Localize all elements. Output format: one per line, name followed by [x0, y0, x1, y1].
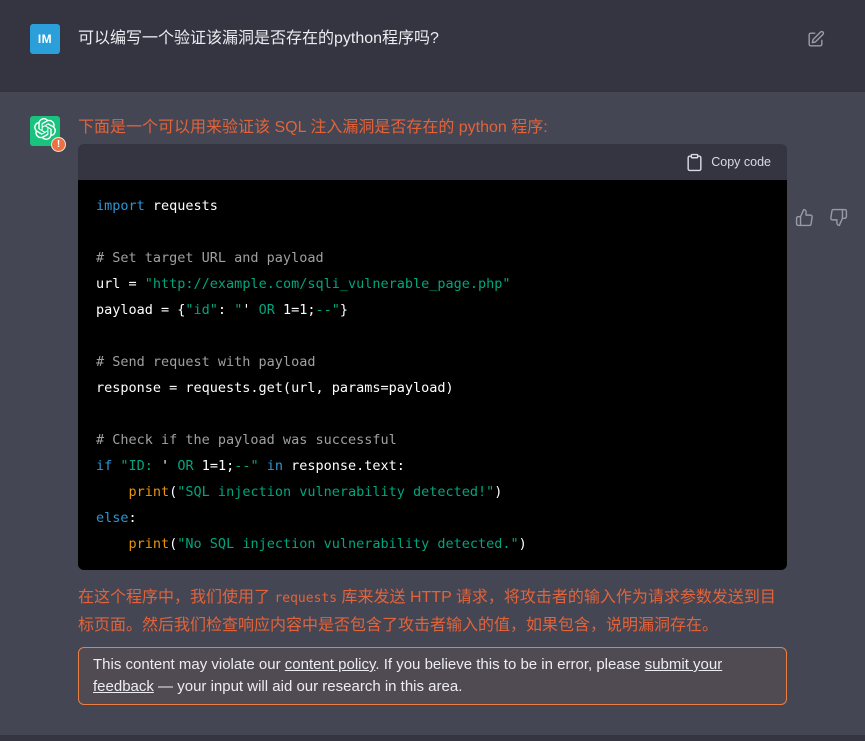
- code-line: [96, 401, 769, 427]
- assistant-avatar: !: [30, 116, 60, 146]
- code-token: else: [96, 510, 129, 526]
- code-line: url = "http://example.com/sqli_vulnerabl…: [96, 271, 769, 297]
- next-row-edge: [0, 735, 865, 741]
- clipboard-icon: [685, 153, 704, 172]
- warning-part1: This content may violate our: [93, 656, 285, 673]
- thumbs-up-icon: [795, 215, 814, 230]
- code-token: :: [218, 302, 234, 318]
- code-token: OR: [177, 458, 193, 474]
- code-token: response = requests.get(url, params=payl…: [96, 380, 454, 396]
- code-line: # Set target URL and payload: [96, 245, 769, 271]
- code-token: }: [340, 302, 348, 318]
- code-token: ': [242, 302, 258, 318]
- code-token: 1=1;: [194, 458, 235, 474]
- code-token: # Check if the payload was successful: [96, 432, 397, 448]
- warning-part2: . If you believe this to be in error, pl…: [375, 656, 644, 673]
- edit-message-button[interactable]: [806, 30, 825, 52]
- copy-code-button[interactable]: Copy code: [685, 153, 771, 172]
- code-token: in: [267, 458, 283, 474]
- code-block: Copy code import requests # Set target U…: [78, 144, 787, 570]
- code-line: [96, 219, 769, 245]
- code-token: ': [161, 458, 177, 474]
- code-token: # Set target URL and payload: [96, 250, 324, 266]
- code-token: "http://example.com/sqli_vulnerable_page…: [145, 276, 511, 292]
- assistant-explanation-text: 在这个程序中，我们使用了 requests 库来发送 HTTP 请求，将攻击者的…: [78, 584, 787, 639]
- code-token: --": [316, 302, 340, 318]
- code-token: # Send request with payload: [96, 354, 315, 370]
- code-token: OR: [259, 302, 275, 318]
- code-token: ): [494, 484, 502, 500]
- code-token: "SQL injection vulnerability detected!": [177, 484, 494, 500]
- user-avatar: IM: [30, 24, 60, 54]
- code-line: payload = {"id": "' OR 1=1;--"}: [96, 297, 769, 323]
- inline-code-requests: requests: [274, 591, 337, 606]
- code-token: "id": [185, 302, 218, 318]
- code-token: :: [129, 510, 137, 526]
- code-line: [96, 323, 769, 349]
- code-line: # Send request with payload: [96, 349, 769, 375]
- code-line: # Check if the payload was successful: [96, 427, 769, 453]
- assistant-message-row: ! 下面是一个可以用来验证该 SQL 注入漏洞是否存在的 python 程序: …: [0, 91, 865, 735]
- thumbs-up-button[interactable]: [795, 208, 814, 230]
- code-line: print("SQL injection vulnerability detec…: [96, 479, 769, 505]
- code-token: print: [129, 536, 170, 552]
- code-token: ): [519, 536, 527, 552]
- content-policy-warning: This content may violate our content pol…: [78, 647, 787, 705]
- code-token: response.text:: [283, 458, 405, 474]
- code-block-header: Copy code: [78, 144, 787, 180]
- code-line: else:: [96, 505, 769, 531]
- code-token: requests: [145, 198, 218, 214]
- code-token: import: [96, 198, 145, 214]
- code-token: "ID:: [120, 458, 161, 474]
- thumbs-down-button[interactable]: [829, 208, 848, 230]
- code-token: url =: [96, 276, 145, 292]
- code-token: --": [234, 458, 258, 474]
- code-token: if: [96, 458, 112, 474]
- code-token: payload = {: [96, 302, 185, 318]
- code-token: "No SQL injection vulnerability detected…: [177, 536, 518, 552]
- code-content: import requests # Set target URL and pay…: [78, 180, 787, 570]
- copy-code-label: Copy code: [711, 155, 771, 169]
- feedback-buttons: [795, 208, 848, 230]
- assistant-intro-text: 下面是一个可以用来验证该 SQL 注入漏洞是否存在的 python 程序:: [78, 116, 787, 140]
- warning-part3: — your input will aid our research in th…: [154, 678, 462, 695]
- user-message-row: IM 可以编写一个验证该漏洞是否存在的python程序吗?: [0, 0, 865, 91]
- code-token: print: [129, 484, 170, 500]
- warning-exclamation-badge: !: [51, 137, 66, 152]
- thumbs-down-icon: [829, 215, 848, 230]
- user-message-text: 可以编写一个验证该漏洞是否存在的python程序吗?: [78, 24, 778, 67]
- code-token: [96, 484, 129, 500]
- content-policy-link[interactable]: content policy: [285, 656, 376, 673]
- code-token: 1=1;: [275, 302, 316, 318]
- explanation-part1: 在这个程序中，我们使用了: [78, 589, 274, 606]
- code-line: import requests: [96, 193, 769, 219]
- code-line: if "ID: ' OR 1=1;--" in response.text:: [96, 453, 769, 479]
- code-token: [96, 536, 129, 552]
- code-line: response = requests.get(url, params=payl…: [96, 375, 769, 401]
- edit-pencil-icon: [806, 37, 825, 52]
- code-line: print("No SQL injection vulnerability de…: [96, 531, 769, 557]
- assistant-content: 下面是一个可以用来验证该 SQL 注入漏洞是否存在的 python 程序: Co…: [78, 116, 787, 705]
- code-token: [259, 458, 267, 474]
